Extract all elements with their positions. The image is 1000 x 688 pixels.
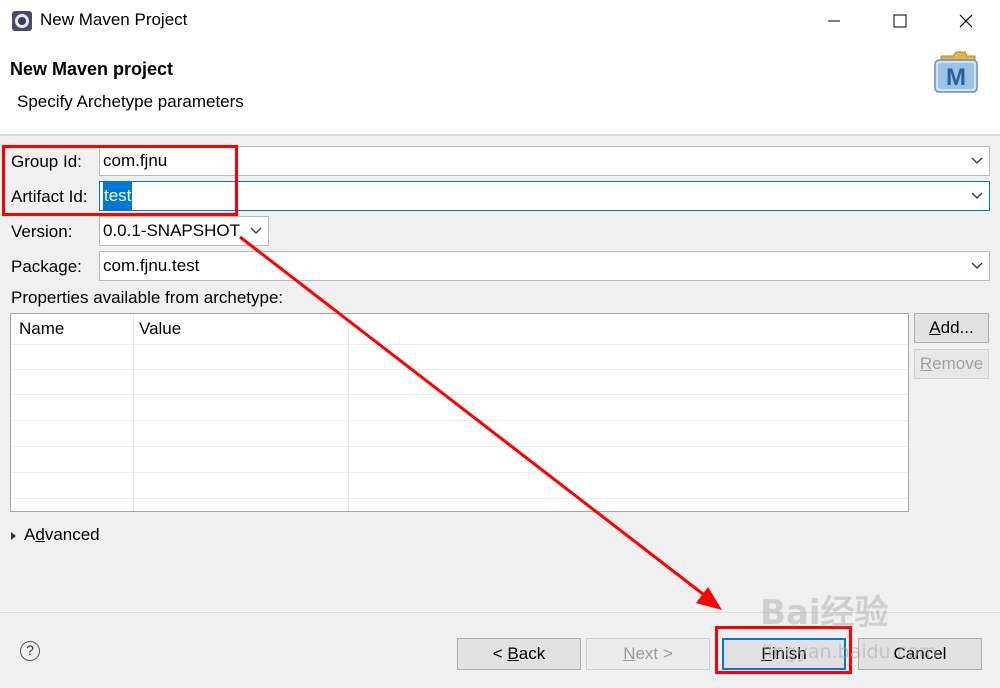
- add-label: dd...: [940, 318, 974, 337]
- close-button[interactable]: [933, 0, 999, 42]
- properties-label: Properties available from archetype:: [11, 288, 284, 307]
- package-combo[interactable]: com.fjnu.test: [99, 251, 990, 281]
- advanced-label-prefix: A: [24, 525, 36, 544]
- row-divider: [11, 420, 908, 421]
- minimize-icon: [828, 20, 840, 22]
- add-button[interactable]: Add...: [914, 313, 989, 343]
- next-label: ext >: [635, 644, 673, 663]
- version-value: 0.0.1-SNAPSHOT: [103, 221, 240, 240]
- package-value: com.fjnu.test: [103, 256, 200, 275]
- group-id-label: Group Id:: [11, 152, 82, 171]
- remove-mnemonic: R: [919, 354, 933, 373]
- next-button[interactable]: Next >: [586, 638, 710, 670]
- eclipse-icon: [12, 11, 32, 31]
- advanced-toggle[interactable]: Advanced: [11, 525, 100, 545]
- wizard-description: Specify Archetype parameters: [17, 92, 244, 111]
- close-icon: [959, 14, 973, 28]
- remove-button[interactable]: Remove: [914, 349, 989, 379]
- version-label: Version:: [11, 222, 73, 241]
- row-divider: [11, 394, 908, 395]
- chevron-down-icon[interactable]: [971, 156, 983, 166]
- finish-button[interactable]: Finish: [722, 638, 846, 670]
- advanced-mnemonic: d: [35, 525, 45, 544]
- title-bar: New Maven Project: [0, 0, 1000, 42]
- row-divider: [11, 344, 908, 345]
- package-label: Package:: [11, 257, 82, 276]
- chevron-down-icon[interactable]: [971, 191, 983, 201]
- help-icon[interactable]: ?: [20, 641, 40, 661]
- artifact-id-combo[interactable]: test: [99, 181, 990, 211]
- back-mnemonic: B: [507, 644, 519, 663]
- advanced-label-rest: vanced: [44, 525, 100, 544]
- properties-table[interactable]: Name Value: [10, 313, 909, 512]
- cancel-button[interactable]: Cancel: [858, 638, 982, 670]
- row-divider: [11, 446, 908, 447]
- next-mnemonic: N: [623, 644, 636, 663]
- artifact-id-value: test: [103, 182, 133, 210]
- finish-mnemonic: F: [761, 644, 772, 663]
- back-button[interactable]: < Back: [457, 638, 581, 670]
- finish-label: inish: [771, 644, 807, 663]
- add-mnemonic: A: [929, 318, 941, 337]
- artifact-id-label: Artifact Id:: [11, 187, 88, 206]
- group-id-value: com.fjnu: [103, 151, 168, 170]
- version-combo[interactable]: 0.0.1-SNAPSHOT: [99, 216, 269, 246]
- minimize-button[interactable]: [801, 0, 867, 42]
- back-prefix: <: [492, 644, 508, 663]
- row-divider: [11, 472, 908, 473]
- wizard-header: New Maven project Specify Archetype para…: [0, 42, 1000, 134]
- remove-label: emove: [932, 354, 984, 373]
- row-divider: [11, 369, 908, 370]
- back-label: ack: [518, 644, 546, 663]
- svg-text:M: M: [946, 64, 966, 91]
- group-id-combo[interactable]: com.fjnu: [99, 146, 990, 176]
- window-title: New Maven Project: [40, 10, 188, 29]
- chevron-down-icon[interactable]: [971, 261, 983, 271]
- wizard-title: New Maven project: [10, 59, 174, 79]
- maximize-icon: [893, 14, 907, 28]
- maven-logo-icon: M: [934, 51, 978, 93]
- chevron-down-icon[interactable]: [250, 226, 262, 236]
- button-bar: ? < Back Next > Finish Cancel: [0, 612, 1000, 688]
- maximize-button[interactable]: [867, 0, 933, 42]
- column-header-name[interactable]: Name: [19, 319, 64, 339]
- expand-triangle-icon[interactable]: [11, 531, 16, 540]
- row-divider: [11, 498, 908, 499]
- column-header-value[interactable]: Value: [139, 319, 181, 339]
